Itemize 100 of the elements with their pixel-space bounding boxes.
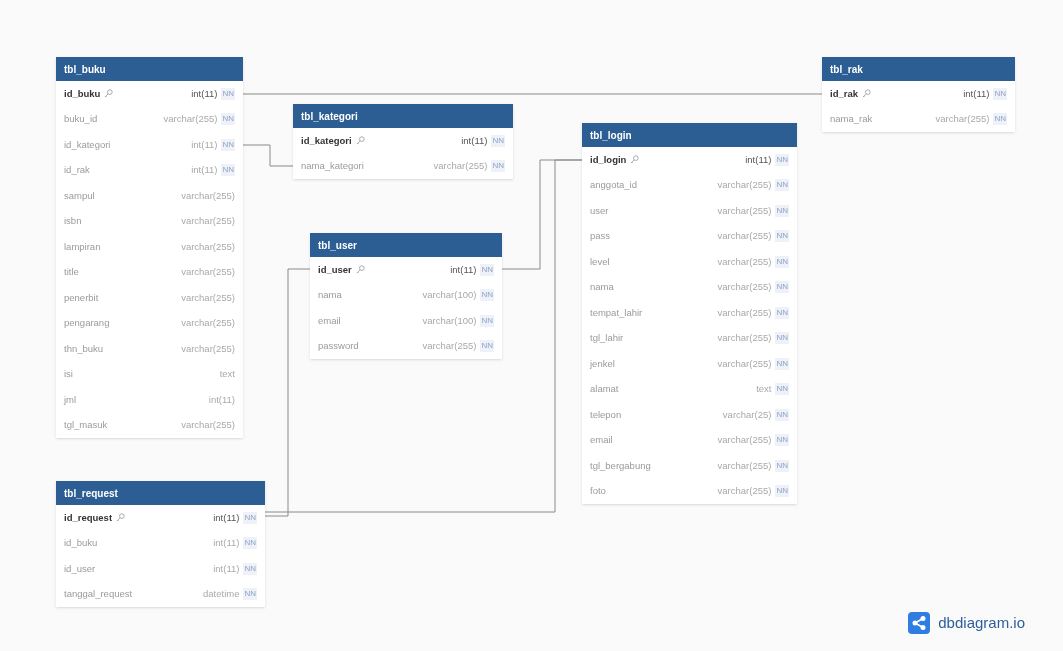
column-name: sampul [64,188,95,203]
column-name: nama_rak [830,112,873,127]
not-null-tag: NN [221,87,235,100]
column-name: foto [590,484,606,499]
table-name: tbl_kategori [301,109,358,124]
column-name: tempat_lahir [590,305,643,320]
not-null-tag: NN [243,562,257,575]
table-name: tbl_request [64,486,118,501]
key-icon [355,265,365,275]
column-type: varchar(255) [181,265,235,280]
key-icon [630,155,640,165]
column-type: varchar(255) [181,290,235,305]
column-name: tgl_bergabung [590,458,651,473]
column-name: penerbit [64,290,99,305]
column-type: varchar(255) [935,112,990,127]
column-type: varchar(255) [717,484,772,499]
not-null-tag: NN [775,281,789,294]
column-type: varchar(255) [163,112,218,127]
table-card[interactable]: tbl_user id_user int(11) NN nama varchar(100) NN email varchar(100) NN password varchar(255) NN [310,233,502,359]
column-name: id_kategori [301,133,352,148]
column-name: tgl_lahir [590,331,624,346]
not-null-tag: NN [775,204,789,217]
table-card[interactable]: tbl_kategori id_kategori int(11) NN nama_kategori varchar(255) NN [293,104,513,179]
column-name: jenkel [590,356,615,371]
column-name: id_buku [64,536,98,551]
column-name: password [318,339,359,354]
column-type: varchar(255) [717,458,772,473]
column-name: thn_buku [64,341,104,356]
not-null-tag: NN [480,263,494,276]
column-type: int(11) [213,561,240,576]
column-type: varchar(255) [181,188,235,203]
not-null-tag: NN [221,138,235,151]
column-type: varchar(255) [181,316,235,331]
not-null-tag: NN [491,160,505,173]
column-name: id_rak [64,163,90,178]
column-type: varchar(255) [422,339,477,354]
not-null-tag: NN [480,314,494,327]
column-name: lampiran [64,239,101,254]
not-null-tag: NN [480,289,494,302]
table-card[interactable] [582,123,797,504]
table-card[interactable]: tbl_request id_request int(11) NN id_buku int(11) NN id_user int(11) NN tanggal_request datetime NN [56,481,265,607]
column-name: isbn [64,214,82,229]
column-type: varchar(100) [422,288,477,303]
column-name: jml [64,392,77,407]
key-icon [355,136,365,146]
not-null-tag: NN [480,340,494,353]
column-type: varchar(255) [717,280,772,295]
column-name: anggota_id [590,178,638,193]
not-null-tag: NN [775,485,789,498]
column-type: varchar(255) [181,214,235,229]
column-name: tgl_masuk [64,418,108,433]
column-type: int(11) [191,163,218,178]
column-type: varchar(255) [717,229,772,244]
column-type: varchar(100) [422,313,477,328]
column-name: isi [64,367,73,382]
table-name: tbl_login [590,128,632,143]
column-type: int(11) [208,392,235,407]
not-null-tag: NN [993,113,1007,126]
logo-text[interactable]: dbdiagram.io [938,612,1025,635]
column-type: varchar(255) [717,331,772,346]
column-type: int(11) [191,137,218,152]
column-name: id_kategori [64,137,111,152]
column-name: pass [590,229,611,244]
not-null-tag: NN [491,134,505,147]
not-null-tag: NN [775,332,789,345]
column-name: pengarang [64,316,110,331]
column-name: nama_kategori [301,159,364,174]
column-type: varchar(255) [717,254,772,269]
not-null-tag: NN [775,306,789,319]
column-name: email [590,433,613,448]
table-card[interactable]: tbl_rak id_rak int(11) NN nama_rak varchar(255) NN [822,57,1015,132]
column-name: id_request [64,510,113,525]
not-null-tag: NN [243,537,257,550]
key-icon [104,89,114,99]
table-name: tbl_user [318,238,357,253]
not-null-tag: NN [221,164,235,177]
not-null-tag: NN [775,153,789,166]
not-null-tag: NN [221,113,235,126]
column-type: varchar(255) [181,239,235,254]
table-card[interactable] [56,57,243,438]
column-type: int(11) [213,510,240,525]
column-type: datetime [203,587,240,602]
column-name: id_rak [830,86,858,101]
column-type: int(11) [450,262,477,277]
column-name: email [318,313,341,328]
column-name: id_user [318,262,352,277]
column-type: int(11) [963,86,990,101]
not-null-tag: NN [775,255,789,268]
column-type: varchar(255) [181,418,235,433]
not-null-tag: NN [775,357,789,370]
column-type: varchar(255) [181,341,235,356]
column-name: user [590,203,609,218]
not-null-tag: NN [775,459,789,472]
table-name: tbl_rak [830,62,863,77]
not-null-tag: NN [993,87,1007,100]
column-name: id_buku [64,86,101,101]
column-name: nama [318,288,342,303]
column-name: id_user [64,561,96,576]
column-name: alamat [590,382,619,397]
column-name: telepon [590,407,622,422]
